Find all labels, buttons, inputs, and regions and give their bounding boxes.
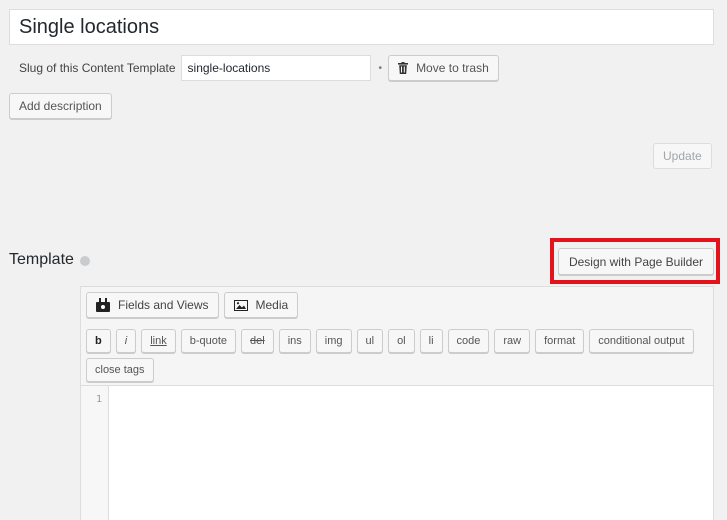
trash-icon	[398, 62, 409, 74]
quicktag-raw[interactable]: raw	[494, 329, 531, 353]
line-number: 1	[95, 394, 102, 405]
code-editor[interactable]: 1	[81, 386, 713, 520]
design-with-page-builder-button[interactable]: Design with Page Builder	[558, 248, 714, 275]
quicktag-b[interactable]: b	[86, 329, 111, 353]
slug-label: Slug of this Content Template	[19, 61, 176, 75]
quicktag-img[interactable]: img	[315, 329, 352, 353]
help-icon[interactable]	[79, 256, 90, 266]
quicktag-link[interactable]: link	[141, 329, 176, 353]
quicktag-i[interactable]: i	[115, 329, 137, 353]
template-heading: Template	[9, 251, 90, 269]
quicktag-code[interactable]: code	[447, 329, 490, 353]
media-buttons: Fields and Views Media	[86, 292, 299, 318]
fields-and-views-icon	[96, 298, 110, 312]
template-heading-text: Template	[9, 251, 74, 268]
fields-and-views-label: Fields and Views	[118, 298, 209, 312]
quicktag-del[interactable]: del	[241, 329, 274, 353]
quicktags-toolbar: b i link b-quote del ins img ul ol li co…	[86, 329, 706, 382]
line-number-gutter: 1	[81, 386, 109, 520]
move-to-trash-label: Move to trash	[416, 61, 489, 75]
media-button[interactable]: Media	[223, 292, 299, 318]
quicktag-b-quote[interactable]: b-quote	[180, 329, 237, 353]
quicktag-close-tags[interactable]: close tags	[86, 358, 154, 382]
slug-input[interactable]: single-locations	[180, 55, 371, 81]
media-label: Media	[255, 298, 289, 312]
template-editor: Fields and Views Media b i link b-quote …	[80, 286, 714, 520]
media-icon	[233, 299, 248, 311]
fields-and-views-button[interactable]: Fields and Views	[86, 292, 219, 318]
quicktag-format[interactable]: format	[535, 329, 585, 353]
slug-row: Slug of this Content Template single-loc…	[19, 55, 499, 81]
quicktag-ol[interactable]: ol	[388, 329, 415, 353]
add-description-button[interactable]: Add description	[9, 93, 112, 119]
editor-toolbar: Fields and Views Media b i link b-quote …	[81, 287, 713, 386]
update-button[interactable]: Update	[653, 143, 712, 169]
slug-separator: •	[378, 62, 383, 74]
quicktag-li[interactable]: li	[419, 329, 443, 353]
quicktag-conditional-output[interactable]: conditional output	[589, 329, 694, 353]
content-template-editor: Single locations Slug of this Content Te…	[0, 0, 727, 520]
move-to-trash-button[interactable]: Move to trash	[388, 55, 499, 81]
title-input[interactable]: Single locations	[9, 9, 714, 45]
quicktag-ul[interactable]: ul	[356, 329, 384, 353]
quicktag-ins[interactable]: ins	[278, 329, 311, 353]
